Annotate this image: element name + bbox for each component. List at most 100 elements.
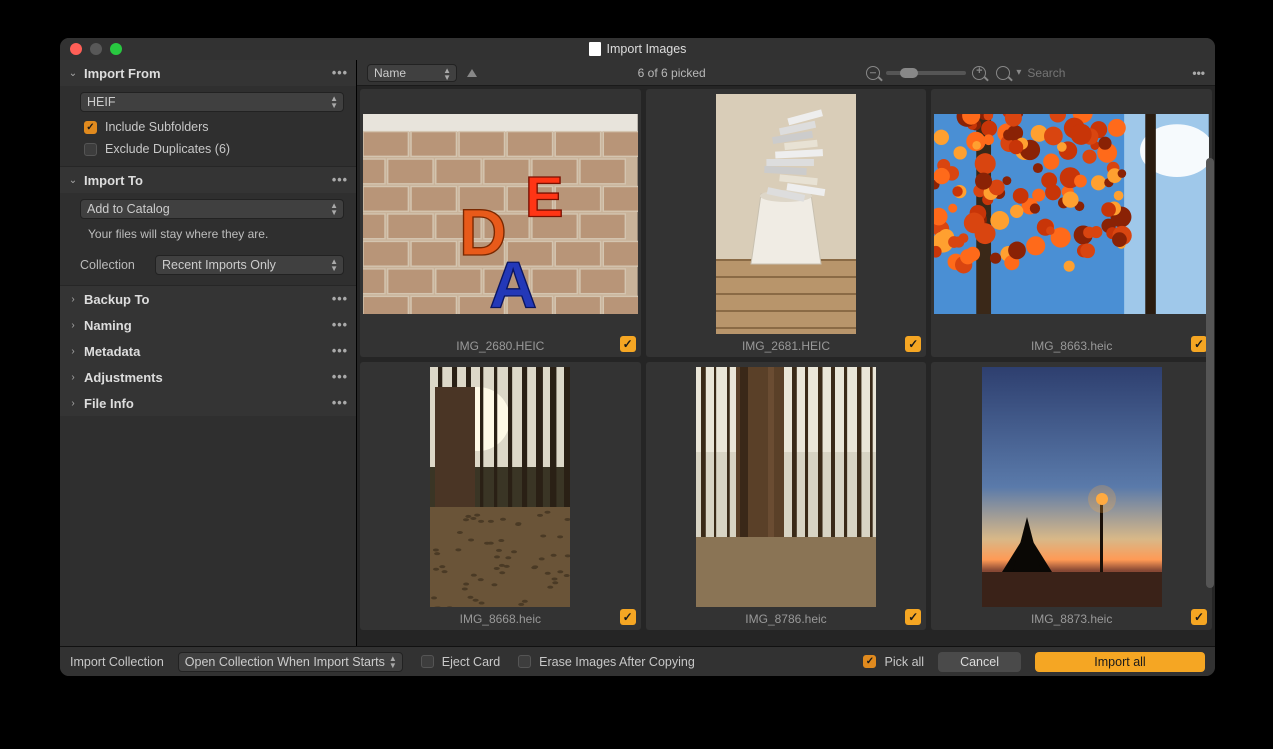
sort-select[interactable]: Name ▲▼ [367, 64, 457, 82]
content-toolbar: Name ▲▼ 6 of 6 picked ▾ ••• [357, 60, 1215, 86]
thumbnail-card[interactable]: IMG_2681.HEIC ✓ [646, 89, 927, 357]
exclude-duplicates-checkbox[interactable] [84, 143, 97, 156]
zoom-slider[interactable] [886, 71, 966, 75]
section-header[interactable]: › Metadata ••• [60, 338, 356, 364]
traffic-lights [60, 43, 122, 55]
chevron-right-icon: › [68, 294, 78, 305]
pick-checkbox[interactable]: ✓ [620, 609, 636, 625]
search-dropdown-icon[interactable]: ▾ [1016, 67, 1021, 78]
section-header[interactable]: › File Info ••• [60, 390, 356, 416]
import-mode-helper: Your files will stay where they are. [80, 227, 344, 241]
zoom-in-icon[interactable] [972, 66, 986, 80]
sort-value: Name [374, 66, 406, 80]
thumbnail-image [649, 92, 924, 335]
section-menu-button[interactable]: ••• [332, 396, 348, 410]
section-file-info: › File Info ••• [60, 390, 356, 416]
select-arrows-icon: ▲▼ [330, 95, 338, 109]
section-menu-button[interactable]: ••• [332, 292, 348, 306]
chevron-down-icon: ⌄ [68, 68, 78, 79]
pick-checkbox[interactable]: ✓ [905, 336, 921, 352]
sort-direction-toggle[interactable] [467, 69, 477, 77]
section-naming: › Naming ••• [60, 312, 356, 338]
pick-checkbox[interactable]: ✓ [1191, 609, 1207, 625]
thumbnail-filename: IMG_8873.heic [1031, 608, 1112, 627]
footer-bar: Import Collection Open Collection When I… [60, 646, 1215, 676]
import-all-button[interactable]: Import all [1035, 652, 1205, 672]
svg-text:E: E [525, 165, 563, 229]
thumbnail-image: D E A [363, 92, 638, 335]
section-title: Metadata [84, 344, 326, 359]
section-adjustments: › Adjustments ••• [60, 364, 356, 390]
thumbnail-card[interactable]: D E A IMG_2680.HEIC ✓ [360, 89, 641, 357]
source-select[interactable]: HEIF ▲▼ [80, 92, 344, 112]
section-backup-to: › Backup To ••• [60, 286, 356, 312]
section-menu-button[interactable]: ••• [332, 173, 348, 187]
erase-after-label: Erase Images After Copying [539, 655, 695, 669]
thumbnail-card[interactable]: IMG_8663.heic ✓ [931, 89, 1212, 357]
section-menu-button[interactable]: ••• [332, 344, 348, 358]
scrollbar-thumb[interactable] [1206, 158, 1214, 588]
include-subfolders-checkbox[interactable] [84, 121, 97, 134]
pick-checkbox[interactable]: ✓ [905, 609, 921, 625]
section-menu-button[interactable]: ••• [332, 66, 348, 80]
pick-all-checkbox[interactable] [863, 655, 876, 668]
collection-field-label: Collection [80, 258, 145, 272]
include-subfolders-label: Include Subfolders [105, 120, 209, 134]
sidebar: ⌄ Import From ••• HEIF ▲▼ Include Subfol… [60, 60, 357, 646]
picked-status: 6 of 6 picked [638, 66, 706, 80]
svg-text:A: A [489, 247, 537, 314]
section-title: Naming [84, 318, 326, 333]
thumbnail-card[interactable]: IMG_8873.heic ✓ [931, 362, 1212, 630]
select-arrows-icon: ▲▼ [443, 67, 451, 81]
close-window-button[interactable] [70, 43, 82, 55]
document-icon [589, 42, 601, 56]
pick-all-label: Pick all [884, 655, 924, 669]
erase-after-checkbox[interactable] [518, 655, 531, 668]
section-title: Backup To [84, 292, 326, 307]
cancel-button[interactable]: Cancel [938, 652, 1021, 672]
select-arrows-icon: ▲▼ [389, 655, 397, 669]
import-window: Import Images ⌄ Import From ••• HEIF ▲▼ [60, 38, 1215, 676]
section-header-import-to[interactable]: ⌄ Import To ••• [60, 167, 356, 193]
section-menu-button[interactable]: ••• [332, 318, 348, 332]
thumbnail-card[interactable]: IMG_8668.heic ✓ [360, 362, 641, 630]
thumbnail-filename: IMG_8668.heic [460, 608, 541, 627]
thumbnail-filename: IMG_2681.HEIC [742, 335, 830, 354]
thumbnail-filename: IMG_2680.HEIC [456, 335, 544, 354]
chevron-down-icon: ⌄ [68, 175, 78, 186]
minimize-window-button[interactable] [90, 43, 102, 55]
section-title: Import To [84, 173, 326, 188]
section-header[interactable]: › Naming ••• [60, 312, 356, 338]
thumbnail-image [934, 92, 1209, 335]
zoom-out-icon[interactable] [866, 66, 880, 80]
section-title: File Info [84, 396, 326, 411]
collection-value: Recent Imports Only [162, 258, 276, 272]
pick-checkbox[interactable]: ✓ [620, 336, 636, 352]
chevron-right-icon: › [68, 372, 78, 383]
import-collection-select[interactable]: Open Collection When Import Starts ▲▼ [178, 652, 403, 672]
thumbnail-filename: IMG_8663.heic [1031, 335, 1112, 354]
section-menu-button[interactable]: ••• [332, 370, 348, 384]
section-metadata: › Metadata ••• [60, 338, 356, 364]
search-input[interactable] [1027, 66, 1182, 80]
titlebar: Import Images [60, 38, 1215, 60]
thumbnail-image [649, 365, 924, 608]
thumbnail-zoom-control [866, 66, 986, 80]
search-icon [996, 66, 1010, 80]
zoom-window-button[interactable] [110, 43, 122, 55]
toolbar-menu-button[interactable]: ••• [1192, 66, 1205, 80]
thumbnail-image [934, 365, 1209, 608]
section-header[interactable]: › Adjustments ••• [60, 364, 356, 390]
eject-card-checkbox[interactable] [421, 655, 434, 668]
pick-checkbox[interactable]: ✓ [1191, 336, 1207, 352]
window-title: Import Images [607, 42, 687, 56]
section-header[interactable]: › Backup To ••• [60, 286, 356, 312]
import-mode-select[interactable]: Add to Catalog ▲▼ [80, 199, 344, 219]
thumbnail-grid-scroll[interactable]: D E A IMG_2680.HEIC ✓ IMG_2681.HEIC ✓ IM… [357, 86, 1215, 646]
chevron-right-icon: › [68, 346, 78, 357]
thumbnail-card[interactable]: IMG_8786.heic ✓ [646, 362, 927, 630]
section-header-import-from[interactable]: ⌄ Import From ••• [60, 60, 356, 86]
exclude-duplicates-label: Exclude Duplicates (6) [105, 142, 230, 156]
collection-select[interactable]: Recent Imports Only ▲▼ [155, 255, 344, 275]
section-import-from: ⌄ Import From ••• HEIF ▲▼ Include Subfol… [60, 60, 356, 167]
